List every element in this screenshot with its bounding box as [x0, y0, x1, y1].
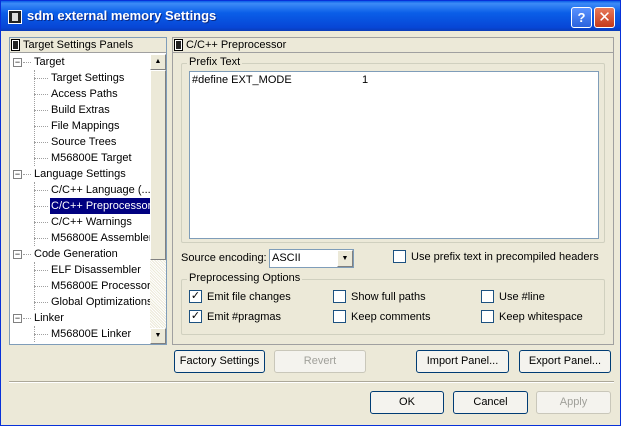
- keep-whitespace-checkbox[interactable]: [481, 310, 494, 323]
- emit-pragmas-checkbox[interactable]: ✓: [189, 310, 202, 323]
- tree-category-code-generation[interactable]: Code Generation: [34, 246, 118, 262]
- tree-connector: [34, 222, 48, 223]
- prefix-define-value: 1: [362, 74, 369, 86]
- panel-icon: [174, 39, 183, 51]
- tree-connector: [34, 206, 48, 207]
- panel-icon: [11, 39, 20, 51]
- scroll-down-arrow-icon[interactable]: ▼: [150, 328, 166, 344]
- tree-item-c-c-warnings[interactable]: C/C++ Warnings: [50, 214, 133, 230]
- use-line-label: Use #line: [499, 291, 545, 303]
- apply-button[interactable]: Apply: [536, 391, 611, 414]
- tree-item-access-paths[interactable]: Access Paths: [50, 86, 119, 102]
- scroll-up-arrow-icon[interactable]: ▲: [150, 54, 166, 70]
- tree-connector: [23, 318, 31, 319]
- close-button[interactable]: ✕: [594, 7, 615, 28]
- source-encoding-select[interactable]: ASCII ▼: [269, 249, 354, 268]
- tree-connector: [34, 302, 48, 303]
- tree-item-file-mappings[interactable]: File Mappings: [50, 118, 120, 134]
- scroll-thumb[interactable]: [150, 70, 166, 260]
- tree-connector: [34, 326, 35, 342]
- tree-connector: [34, 70, 35, 166]
- chevron-down-icon[interactable]: ▼: [337, 250, 353, 267]
- tree-item-elf-disassembler[interactable]: ELF Disassembler: [50, 262, 142, 278]
- app-icon: [8, 10, 22, 24]
- export-panel-button[interactable]: Export Panel...: [519, 350, 611, 373]
- show-full-paths-checkbox[interactable]: [333, 290, 346, 303]
- window-title: sdm external memory Settings: [27, 8, 217, 23]
- emit-pragmas-label: Emit #pragmas: [207, 311, 281, 323]
- tree-expander-icon[interactable]: −: [13, 314, 22, 323]
- tree-scrollbar[interactable]: ▲ ▼: [150, 54, 166, 344]
- tree-connector: [34, 142, 48, 143]
- import-panel-button[interactable]: Import Panel...: [416, 350, 509, 373]
- title-bar[interactable]: sdm external memory Settings ? ✕: [1, 1, 620, 31]
- tree-connector: [34, 110, 48, 111]
- tree-item-m56800e-processor[interactable]: M56800E Processor: [50, 278, 150, 294]
- ok-button[interactable]: OK: [370, 391, 444, 414]
- factory-settings-button[interactable]: Factory Settings: [174, 350, 265, 373]
- tree-category-linker[interactable]: Linker: [34, 310, 64, 326]
- tree-view: − Target Target Settings Access Paths Build …: [10, 54, 150, 344]
- source-encoding-value: ASCII: [272, 252, 301, 264]
- tree-connector: [34, 262, 35, 310]
- settings-dialog: sdm external memory Settings ? ✕ Target …: [0, 0, 621, 426]
- use-line-checkbox[interactable]: [481, 290, 494, 303]
- tree-item-m56800e-linker[interactable]: M56800E Linker: [50, 326, 132, 342]
- panel-header: C/C++ Preprocessor: [173, 38, 613, 53]
- tree-connector: [34, 238, 48, 239]
- tree-item-m56800e-target[interactable]: M56800E Target: [50, 150, 133, 166]
- prefix-text-area[interactable]: #define EXT_MODE 1: [189, 71, 599, 239]
- emit-file-changes-label: Emit file changes: [207, 291, 291, 303]
- tree-connector: [34, 158, 48, 159]
- tree-item-source-trees[interactable]: Source Trees: [50, 134, 117, 150]
- prefix-text-group-title: Prefix Text: [187, 56, 243, 68]
- revert-button[interactable]: Revert: [274, 350, 366, 373]
- settings-panels-tree: Target Settings Panels − Target Target Set…: [9, 37, 167, 345]
- source-encoding-label: Source encoding:: [181, 252, 267, 264]
- tree-connector: [34, 270, 48, 271]
- tree-connector: [34, 94, 48, 95]
- help-button[interactable]: ?: [571, 7, 592, 28]
- tree-item-global-optimizations[interactable]: Global Optimizations: [50, 294, 150, 310]
- tree-expander-icon[interactable]: −: [13, 58, 22, 67]
- tree-item-m56800e-assembler[interactable]: M56800E Assembler: [50, 230, 150, 246]
- preprocessing-options-group: Preprocessing Options: [181, 272, 605, 335]
- tree-connector: [23, 254, 31, 255]
- emit-file-changes-checkbox[interactable]: ✓: [189, 290, 202, 303]
- use-prefix-label: Use prefix text in precompiled headers: [411, 251, 599, 263]
- tree-connector: [34, 286, 48, 287]
- tree-connector: [34, 78, 48, 79]
- tree-expander-icon[interactable]: −: [13, 250, 22, 259]
- keep-whitespace-label: Keep whitespace: [499, 311, 583, 323]
- keep-comments-checkbox[interactable]: [333, 310, 346, 323]
- tree-header: Target Settings Panels: [10, 38, 166, 53]
- tree-item-target-settings[interactable]: Target Settings: [50, 70, 125, 86]
- tree-connector: [34, 334, 48, 335]
- tree-connector: [34, 182, 35, 246]
- tree-connector: [23, 174, 31, 175]
- show-full-paths-label: Show full paths: [351, 291, 426, 303]
- tree-item-c-c-language[interactable]: C/C++ Language (...: [50, 182, 150, 198]
- use-prefix-checkbox[interactable]: [393, 250, 406, 263]
- tree-item-c-c-preprocessor[interactable]: C/C++ Preprocessor: [50, 198, 150, 214]
- cancel-button[interactable]: Cancel: [453, 391, 528, 414]
- tree-category-language-settings[interactable]: Language Settings: [34, 166, 126, 182]
- tree-item-build-extras[interactable]: Build Extras: [50, 102, 111, 118]
- tree-category-target[interactable]: Target: [34, 54, 65, 70]
- keep-comments-label: Keep comments: [351, 311, 431, 323]
- tree-connector: [23, 62, 31, 63]
- separator: [9, 381, 614, 383]
- tree-connector: [34, 190, 48, 191]
- tree-connector: [34, 126, 48, 127]
- panel-header-label: C/C++ Preprocessor: [186, 39, 287, 51]
- tree-expander-icon[interactable]: −: [13, 170, 22, 179]
- prefix-define-text: #define EXT_MODE: [192, 74, 292, 86]
- tree-header-label: Target Settings Panels: [23, 39, 134, 51]
- preprocessing-options-title: Preprocessing Options: [187, 272, 303, 284]
